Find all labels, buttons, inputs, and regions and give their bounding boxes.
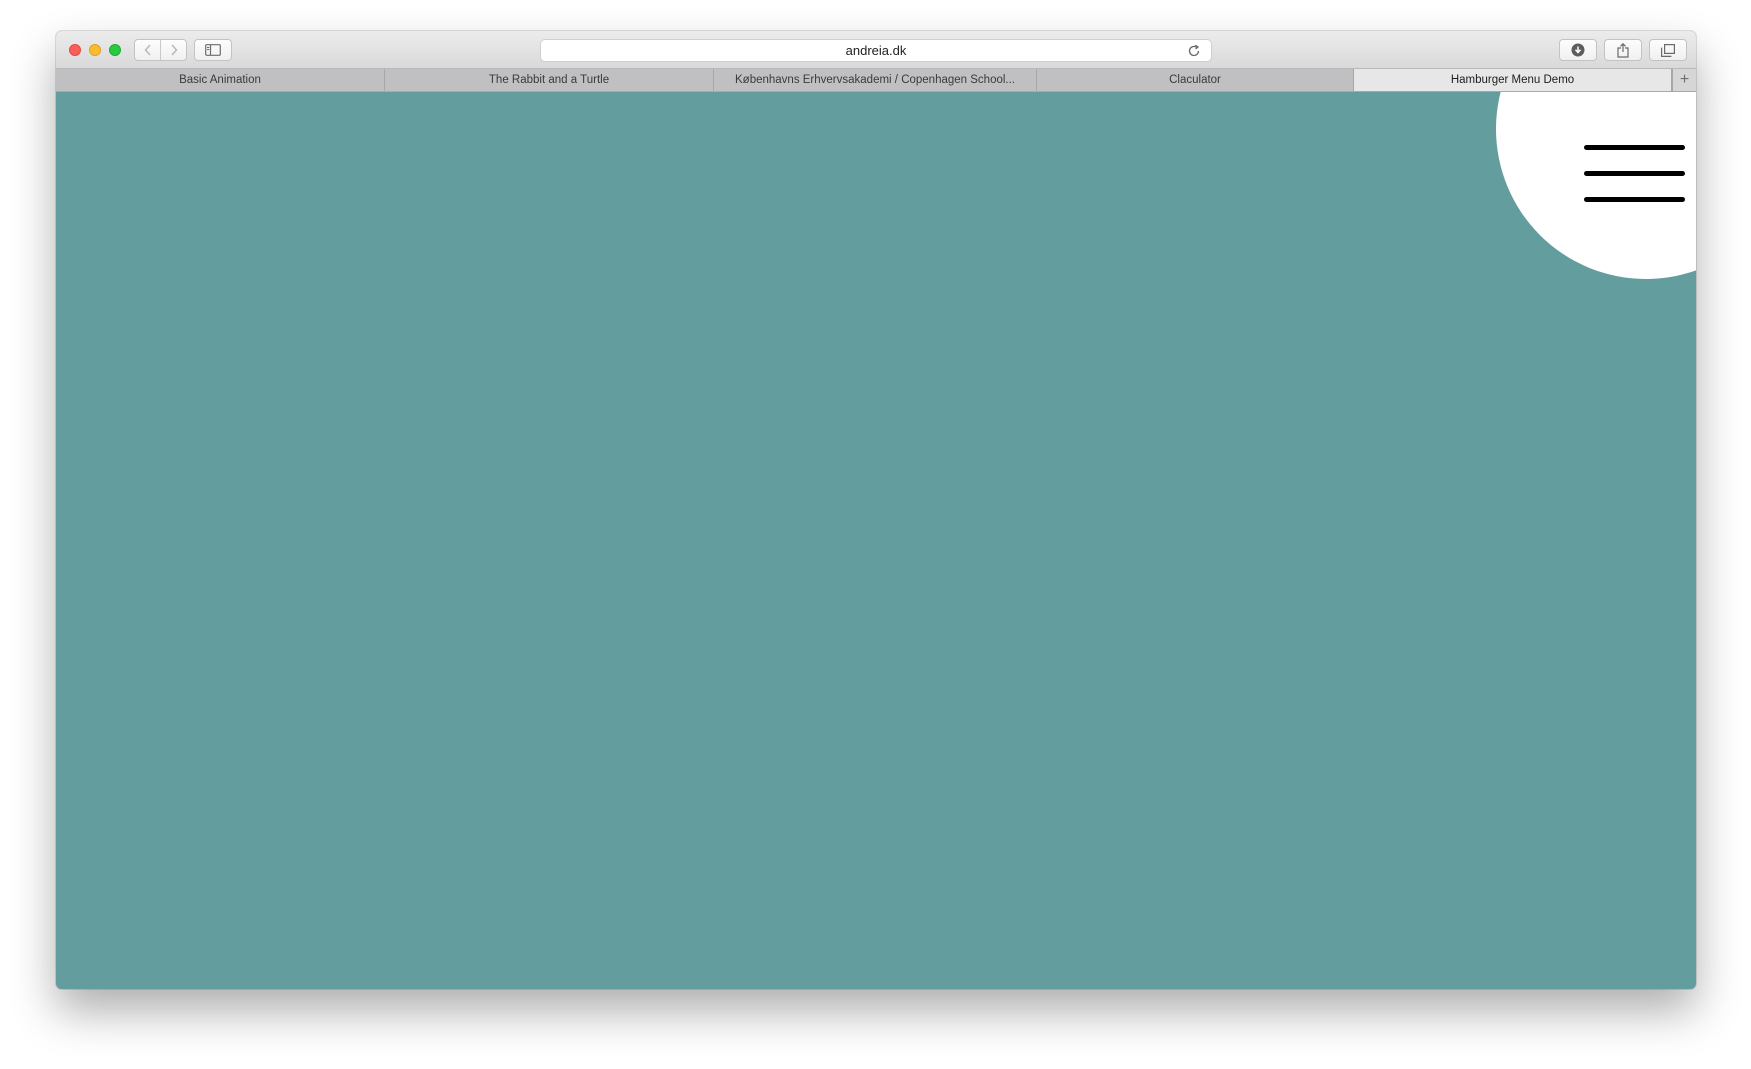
tab-copenhagen-school[interactable]: Københavns Erhvervsakademi / Copenhagen … — [714, 69, 1037, 91]
page-content — [56, 92, 1696, 989]
tab-label: Claculator — [1169, 74, 1221, 86]
downloads-button[interactable] — [1559, 39, 1597, 61]
download-icon — [1571, 43, 1585, 57]
sidebar-toggle-button[interactable] — [194, 39, 232, 61]
hamburger-menu-icon — [1584, 145, 1685, 150]
maximize-window-button[interactable] — [109, 44, 121, 56]
navigation-buttons — [134, 39, 187, 61]
back-button[interactable] — [135, 40, 160, 60]
tab-label: Københavns Erhvervsakademi / Copenhagen … — [735, 74, 1015, 86]
tab-hamburger-menu-demo[interactable]: Hamburger Menu Demo — [1354, 69, 1672, 91]
show-all-tabs-button[interactable] — [1649, 39, 1687, 61]
tabs-overview-icon — [1661, 43, 1675, 57]
tab-rabbit-and-turtle[interactable]: The Rabbit and a Turtle — [385, 69, 714, 91]
close-window-button[interactable] — [69, 44, 81, 56]
address-url: andreia.dk — [845, 43, 907, 58]
share-icon — [1617, 42, 1629, 58]
tab-label: Hamburger Menu Demo — [1450, 74, 1575, 86]
chevron-left-icon — [144, 44, 151, 56]
hamburger-menu-button[interactable] — [1584, 145, 1686, 205]
reload-icon[interactable] — [1187, 44, 1201, 58]
hamburger-bar-middle — [1584, 171, 1685, 176]
new-tab-button[interactable]: + — [1672, 69, 1696, 91]
browser-window: andreia.dk Basic Animation The Rabbit an… — [56, 31, 1696, 989]
title-bar: andreia.dk — [56, 31, 1696, 69]
tab-bar: Basic Animation The Rabbit and a Turtle … — [56, 69, 1696, 92]
plus-icon: + — [1679, 71, 1690, 88]
chevron-right-icon — [170, 44, 177, 56]
address-bar[interactable]: andreia.dk — [540, 39, 1212, 62]
share-button[interactable] — [1604, 39, 1642, 61]
tab-claculator[interactable]: Claculator — [1037, 69, 1354, 91]
tab-label: The Rabbit and a Turtle — [488, 74, 610, 86]
tab-label: Basic Animation — [179, 74, 261, 86]
sidebar-icon — [205, 44, 221, 56]
forward-button[interactable] — [160, 40, 186, 60]
tab-basic-animation[interactable]: Basic Animation — [56, 69, 385, 91]
minimize-window-button[interactable] — [89, 44, 101, 56]
hamburger-bar-bottom — [1584, 197, 1685, 202]
